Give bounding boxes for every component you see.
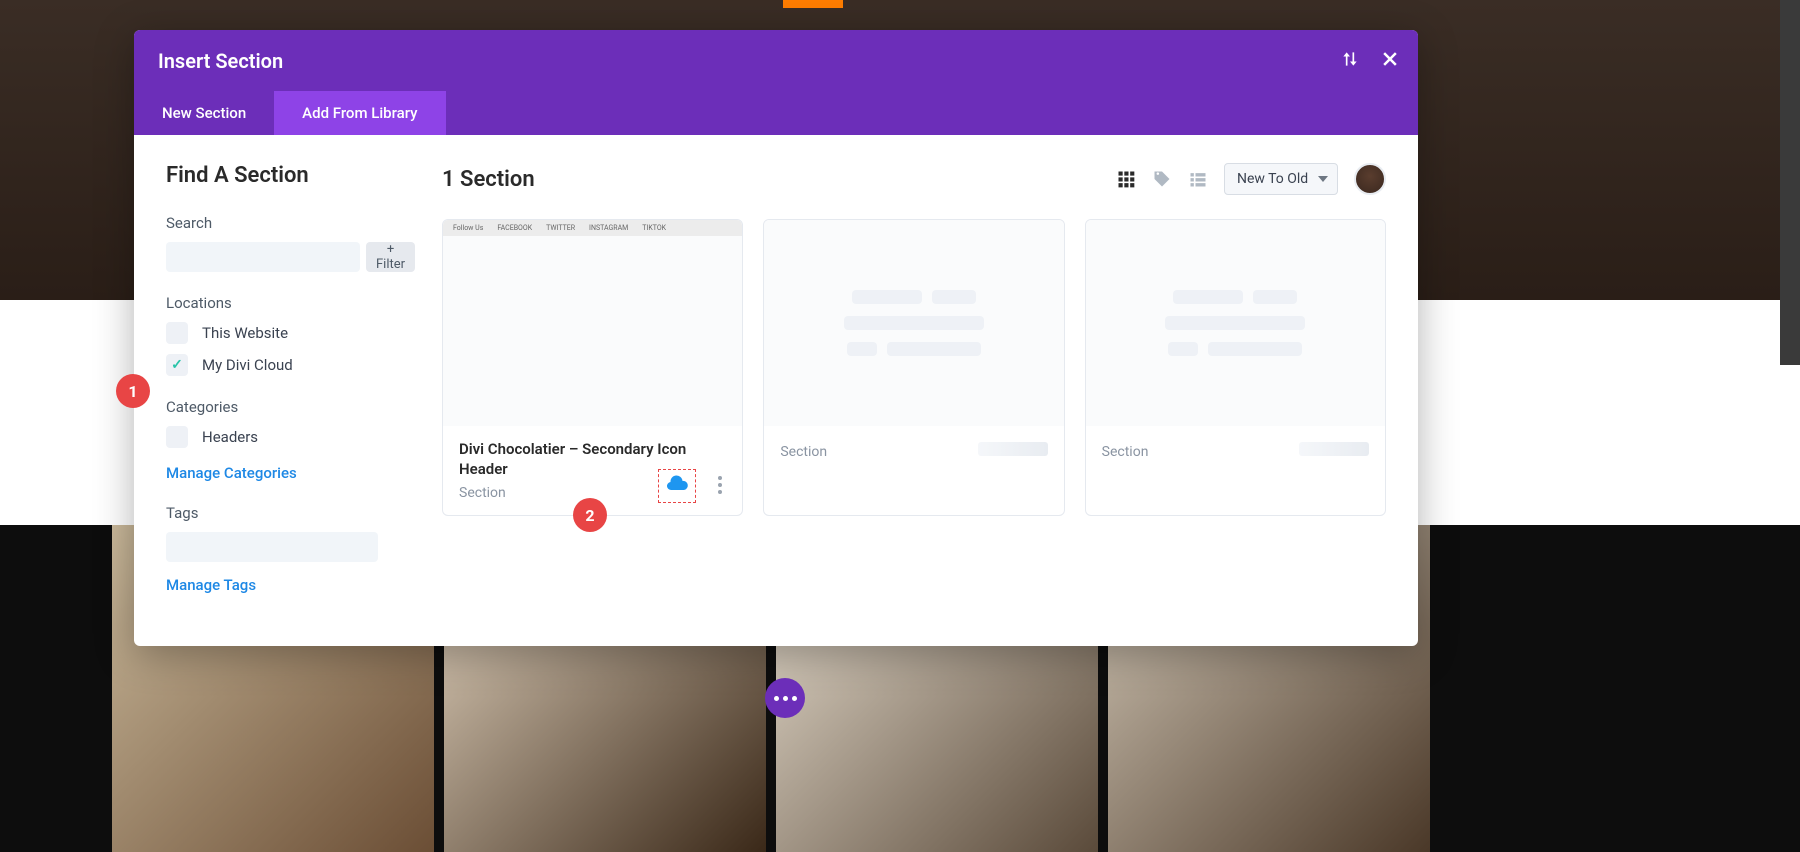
location-label: My Divi Cloud (202, 356, 293, 374)
ph-block (852, 290, 922, 304)
content-header: 1 Section New To Old (442, 163, 1386, 195)
preview-social-bar: Follow Us FACEBOOK TWITTER INSTAGRAM TIK… (443, 220, 742, 236)
category-label: Headers (202, 428, 258, 446)
preview-text: TWITTER (546, 224, 575, 232)
cloud-highlight-box (658, 469, 696, 503)
fab-dot (774, 696, 779, 701)
modal-tabs: New Section Add From Library (134, 91, 1418, 135)
location-my-divi-cloud[interactable]: My Divi Cloud (166, 354, 378, 376)
fab-dot (783, 696, 788, 701)
placeholder-preview (1086, 220, 1385, 426)
location-label: This Website (202, 324, 288, 342)
top-orange-accent (783, 0, 843, 8)
tags-label: Tags (166, 504, 378, 522)
ph-row (1173, 290, 1297, 304)
ph-block (847, 342, 877, 356)
close-icon[interactable] (1380, 49, 1400, 73)
ph-block (1165, 316, 1305, 330)
placeholder-card: Section (763, 219, 1064, 516)
content-title: 1 Section (442, 167, 535, 192)
checkbox-this-website[interactable] (166, 322, 188, 344)
preview-text: FACEBOOK (497, 224, 532, 232)
placeholder-card: Section (1085, 219, 1386, 516)
search-input[interactable] (166, 242, 360, 272)
insert-section-modal: Insert Section New Section Add From Libr… (134, 30, 1418, 646)
sidebar-title: Find A Section (166, 163, 378, 188)
ph-block (887, 342, 981, 356)
checkbox-my-divi-cloud[interactable] (166, 354, 188, 376)
modal-title: Insert Section (158, 49, 283, 73)
annotation-1: 1 (116, 374, 150, 408)
modal-header: Insert Section (134, 30, 1418, 91)
preview-text: INSTAGRAM (589, 224, 628, 232)
placeholder-preview (764, 220, 1063, 426)
modal-body: Find A Section Search + Filter Locations… (134, 135, 1418, 646)
card-more-icon[interactable] (712, 475, 728, 499)
sort-arrows-icon[interactable] (1340, 49, 1360, 73)
checkbox-headers[interactable] (166, 426, 188, 448)
content: 1 Section New To Old (410, 135, 1418, 646)
sidebar: Find A Section Search + Filter Locations… (134, 135, 410, 646)
ph-block (1173, 290, 1243, 304)
fab-more-button[interactable] (765, 678, 805, 718)
card-preview: Follow Us FACEBOOK TWITTER INSTAGRAM TIK… (443, 220, 742, 426)
tab-add-from-library[interactable]: Add From Library (274, 91, 445, 135)
tab-new-section[interactable]: New Section (134, 91, 274, 135)
tags-input[interactable] (166, 532, 378, 562)
location-this-website[interactable]: This Website (166, 322, 378, 344)
sort-select[interactable]: New To Old (1224, 163, 1338, 195)
categories-label: Categories (166, 398, 378, 416)
manage-tags-link[interactable]: Manage Tags (166, 576, 256, 594)
placeholder-body: Section (764, 426, 1063, 478)
ph-block (1168, 342, 1198, 356)
cards-grid: Follow Us FACEBOOK TWITTER INSTAGRAM TIK… (442, 219, 1386, 516)
modal-header-actions (1340, 49, 1400, 73)
ph-row (847, 342, 981, 356)
grid-view-icon[interactable] (1116, 169, 1136, 189)
ph-row (852, 290, 976, 304)
manage-categories-link[interactable]: Manage Categories (166, 464, 297, 482)
ph-block (844, 316, 984, 330)
category-headers[interactable]: Headers (166, 426, 378, 448)
filter-button[interactable]: + Filter (366, 242, 415, 272)
preview-text: Follow Us (453, 224, 483, 232)
ph-row (1168, 342, 1302, 356)
ph-block (932, 290, 976, 304)
preview-text: TIKTOK (642, 224, 666, 232)
right-edge-border (1780, 0, 1800, 365)
cloud-icon[interactable] (665, 472, 689, 500)
placeholder-body: Section (1086, 426, 1385, 478)
locations-label: Locations (166, 294, 378, 312)
ph-title-shimmer (978, 442, 1048, 456)
ph-block (1253, 290, 1297, 304)
list-view-icon[interactable] (1188, 169, 1208, 189)
section-card[interactable]: Follow Us FACEBOOK TWITTER INSTAGRAM TIK… (442, 219, 743, 516)
avatar[interactable] (1354, 163, 1386, 195)
annotation-2: 2 (573, 498, 607, 532)
content-tools: New To Old (1116, 163, 1386, 195)
search-label: Search (166, 214, 378, 232)
fab-dot (792, 696, 797, 701)
search-row: + Filter (166, 242, 378, 272)
ph-row (1165, 316, 1305, 330)
ph-block (1208, 342, 1302, 356)
ph-row (844, 316, 984, 330)
tag-view-icon[interactable] (1152, 169, 1172, 189)
ph-title-shimmer (1299, 442, 1369, 456)
sort-select-wrap: New To Old (1224, 163, 1338, 195)
